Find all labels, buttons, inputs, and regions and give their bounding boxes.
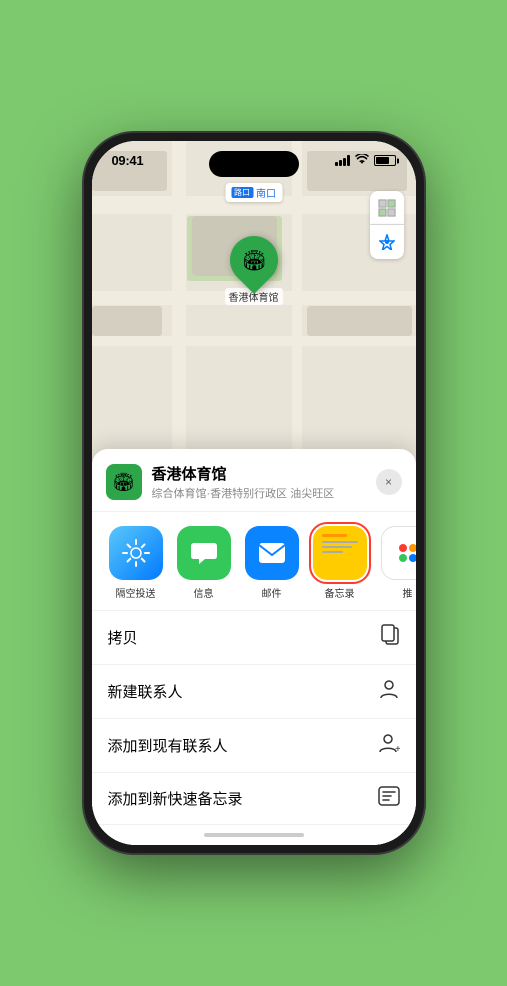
status-icons: [335, 154, 396, 168]
sheet-header: 🏟 香港体育馆 综合体育馆·香港特别行政区 油尖旺区 ×: [92, 449, 416, 512]
signal-bars-icon: [335, 155, 350, 166]
add-note-icon: [378, 786, 400, 811]
svg-text:+: +: [395, 744, 400, 754]
map-road: [92, 336, 416, 346]
status-time: 09:41: [112, 153, 144, 168]
notes-label: 备忘录: [325, 585, 355, 600]
wifi-icon: [355, 154, 369, 168]
venue-icon: 🏟: [106, 464, 142, 500]
close-button[interactable]: ×: [376, 469, 402, 495]
share-item-mail[interactable]: 邮件: [242, 526, 302, 600]
action-add-note-label: 添加到新快速备忘录: [108, 788, 243, 809]
map-pin: 🏟 香港体育馆: [225, 236, 283, 305]
airdrop-label: 隔空投送: [116, 585, 156, 600]
action-add-note[interactable]: 添加到新快速备忘录: [92, 773, 416, 825]
map-controls: [370, 191, 404, 259]
map-building: [307, 306, 412, 336]
airdrop-icon: [109, 526, 163, 580]
map-type-button[interactable]: [370, 191, 404, 225]
phone-screen: 09:41: [92, 141, 416, 845]
new-contact-icon: [378, 678, 400, 705]
action-add-existing-label: 添加到现有联系人: [108, 735, 228, 756]
battery-icon: [374, 155, 396, 166]
dynamic-island: [209, 151, 299, 177]
action-add-existing-contact[interactable]: 添加到现有联系人 +: [92, 719, 416, 773]
action-new-contact[interactable]: 新建联系人: [92, 665, 416, 719]
venue-name: 香港体育馆: [152, 463, 366, 484]
action-copy-label: 拷贝: [108, 627, 138, 648]
share-item-messages[interactable]: 信息: [174, 526, 234, 600]
notes-icon: [313, 526, 367, 580]
action-copy[interactable]: 拷贝: [92, 611, 416, 665]
share-item-airdrop[interactable]: 隔空投送: [106, 526, 166, 600]
action-new-contact-label: 新建联系人: [108, 681, 183, 702]
more-icon: [381, 526, 416, 580]
share-row: 隔空投送 信息: [92, 512, 416, 611]
venue-description: 综合体育馆·香港特别行政区 油尖旺区: [152, 485, 366, 501]
messages-icon: [177, 526, 231, 580]
home-indicator: [92, 825, 416, 845]
mail-icon: [245, 526, 299, 580]
map-building: [92, 306, 162, 336]
messages-label: 信息: [194, 585, 214, 600]
location-button[interactable]: [370, 225, 404, 259]
copy-icon: [380, 624, 400, 651]
bottom-sheet: 🏟 香港体育馆 综合体育馆·香港特别行政区 油尖旺区 ×: [92, 449, 416, 845]
share-item-more[interactable]: 推: [378, 526, 416, 600]
venue-info: 香港体育馆 综合体育馆·香港特别行政区 油尖旺区: [152, 463, 366, 501]
add-contact-icon: +: [378, 732, 400, 759]
mail-label: 邮件: [262, 585, 282, 600]
share-item-notes[interactable]: 备忘录: [310, 526, 370, 600]
more-label: 推: [403, 585, 413, 600]
phone-frame: 09:41: [84, 133, 424, 853]
map-location-label: 路口 南口: [225, 183, 282, 202]
